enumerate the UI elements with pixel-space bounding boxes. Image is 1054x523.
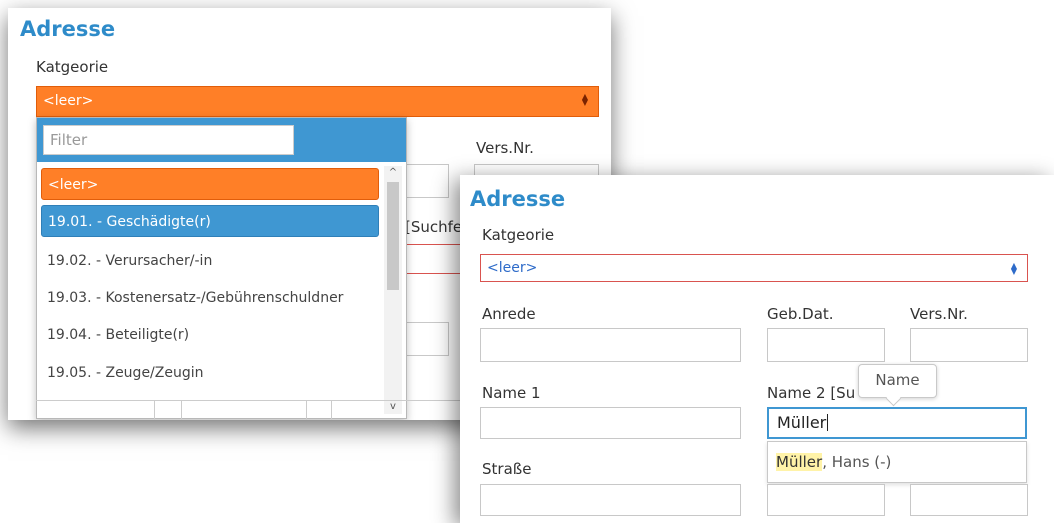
geb-dat-field[interactable] [405, 164, 449, 198]
option-19-02[interactable]: 19.02. - Verursacher/-in [41, 245, 379, 277]
option-19-03[interactable]: 19.03. - Kostenersatz-/Gebührenschuldner [41, 282, 379, 314]
geb-dat-field[interactable] [767, 328, 885, 362]
category-dropdown: Filter <leer> 19.01. - Geschädigte(r) 19… [36, 117, 407, 419]
text-cursor [827, 414, 829, 431]
anrede-label: Anrede [482, 305, 536, 323]
select-caret-icon: ▲ ▼ [581, 92, 588, 107]
name2-label-fragment: [Suchfe [405, 218, 463, 236]
strasse-label: Straße [482, 460, 532, 478]
category-select-value: <leer> [487, 260, 538, 276]
dropdown-header: Filter [37, 118, 406, 162]
filter-input[interactable]: Filter [43, 125, 294, 155]
address-form-panel-right: Adresse Katgeorie <leer> ▲ ▼ Anrede Geb.D… [460, 175, 1054, 523]
select-caret-icon: ▲ ▼ [1010, 261, 1017, 276]
name-tooltip: Name [858, 364, 937, 398]
category-select[interactable]: <leer> ▲ ▼ [480, 254, 1028, 282]
name2-input-value: Müller [777, 413, 827, 432]
field-plz[interactable] [767, 484, 885, 516]
category-select-value: <leer> [43, 93, 94, 109]
autocomplete-item[interactable]: Müller, Hans (-) [776, 453, 891, 471]
name2-input[interactable]: Müller [767, 407, 1027, 439]
field-ort[interactable] [910, 484, 1028, 516]
field-behind[interactable] [405, 322, 449, 356]
category-label: Katgeorie [36, 58, 109, 76]
strasse-field[interactable] [480, 484, 741, 516]
autocomplete-rest: , Hans (-) [822, 453, 892, 471]
autocomplete-list: Müller, Hans (-) [767, 441, 1027, 483]
dropdown-scrollbar[interactable]: ^ v [384, 166, 402, 414]
scroll-thumb[interactable] [387, 182, 399, 290]
category-select[interactable]: <leer> ▲ ▼ [36, 86, 599, 117]
option-empty[interactable]: <leer> [41, 168, 379, 200]
name2-label: Name 2 [Su [767, 384, 856, 402]
section-title: Adresse [470, 187, 566, 211]
name1-label: Name 1 [482, 384, 541, 402]
vers-nr-label: Vers.Nr. [910, 305, 968, 323]
anrede-field[interactable] [480, 328, 741, 362]
name1-field[interactable] [480, 407, 741, 439]
option-19-05[interactable]: 19.05. - Zeuge/Zeugin [41, 357, 379, 389]
option-19-04[interactable]: 19.04. - Beteiligte(r) [41, 319, 379, 351]
option-19-01[interactable]: 19.01. - Geschädigte(r) [41, 205, 379, 237]
scroll-up-icon[interactable]: ^ [384, 166, 402, 180]
category-label: Katgeorie [482, 226, 555, 244]
section-title: Adresse [20, 17, 116, 41]
geb-dat-label: Geb.Dat. [767, 305, 834, 323]
vers-nr-label: Vers.Nr. [476, 139, 534, 157]
autocomplete-match: Müller [776, 453, 823, 471]
vers-nr-field[interactable] [910, 328, 1028, 362]
